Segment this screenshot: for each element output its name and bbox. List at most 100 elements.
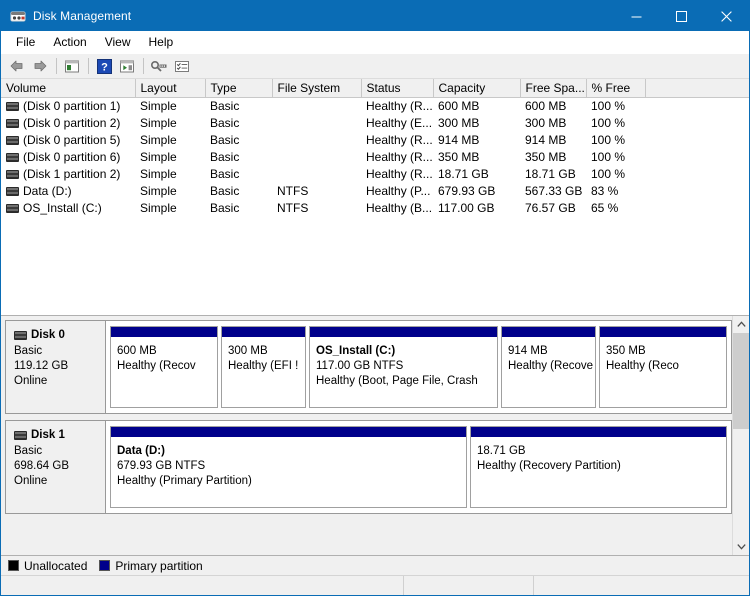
partition-color-bar [600,327,726,338]
menu-help[interactable]: Help [140,32,183,52]
column-header-layout[interactable]: Layout [135,79,206,98]
cell-layout: Simple [140,166,177,181]
legend-bar: Unallocated Primary partition [1,555,749,575]
drive-icon [14,331,27,340]
cell-free-space: 914 MB [525,132,567,147]
partition-size: 18.71 GB [477,445,526,457]
partition-status: Healthy (Recovery Partition) [477,460,621,472]
partition-block[interactable]: 600 MB Healthy (Recov [110,326,218,408]
cell-filler [645,182,749,199]
cell-file-system [272,114,361,131]
partition-block[interactable]: Data (D:) 679.93 GB NTFS Healthy (Primar… [110,426,467,508]
menu-action[interactable]: Action [44,32,95,52]
window-title: Disk Management [33,9,132,23]
partition-color-bar [471,427,726,438]
menu-view[interactable]: View [96,32,140,52]
table-row[interactable]: (Disk 1 partition 2) Simple Basic Health… [1,165,749,182]
column-header-status[interactable]: Status [361,79,434,98]
partition-size: 600 MB [117,345,157,357]
cell-filler [645,148,749,165]
cell-file-system [272,148,361,165]
cell-pct-free: 100 % [591,132,626,147]
back-icon[interactable] [6,56,28,77]
column-header-file-system[interactable]: File System [272,79,362,98]
table-row[interactable]: (Disk 0 partition 2) Simple Basic Health… [1,114,749,131]
partition-size: 117.00 GB NTFS [316,360,404,372]
table-row[interactable]: (Disk 0 partition 5) Simple Basic Health… [1,131,749,148]
disk-row-disk-1[interactable]: Disk 1 Basic 698.64 GB Online Data (D:) … [5,420,732,514]
show-action-pane-icon[interactable] [171,56,193,77]
scrollbar-thumb[interactable] [733,333,749,429]
table-row[interactable]: (Disk 0 partition 6) Simple Basic Health… [1,148,749,165]
cell-layout: Simple [140,200,177,215]
volume-list-pane[interactable]: Volume Layout Type File System Status Ca… [1,79,749,316]
partition-info: 914 MB Healthy (Recove [502,338,595,374]
disk-0-partitions: 600 MB Healthy (Recov 300 MB Healthy (EF… [106,321,731,413]
column-header-volume[interactable]: Volume [1,79,136,98]
properties-icon[interactable] [116,56,138,77]
cell-type: Basic [210,149,240,164]
column-header-capacity[interactable]: Capacity [433,79,521,98]
partition-block[interactable]: 18.71 GB Healthy (Recovery Partition) [470,426,727,508]
cell-status: Healthy (R... [366,166,433,181]
help-icon[interactable]: ? [93,56,115,77]
volume-table-body: (Disk 0 partition 1) Simple Basic Health… [1,97,749,216]
column-header-pct-free[interactable]: % Free [586,79,646,98]
cell-capacity: 914 MB [438,132,480,147]
drive-icon [6,118,19,128]
cell-layout: Simple [140,183,177,198]
minimize-button[interactable] [614,1,659,31]
menu-file[interactable]: File [7,32,44,52]
drive-icon [6,135,19,145]
partition-size: 300 MB [228,345,268,357]
cell-free-space: 76.57 GB [525,200,576,215]
partition-block[interactable]: 300 MB Healthy (EFI ! [221,326,306,408]
partition-status: Healthy (Recove [508,360,594,372]
cell-volume: (Disk 0 partition 2) [1,114,135,131]
cell-type: Basic [210,166,240,181]
column-header-free-space[interactable]: Free Spa... [520,79,587,98]
scrollbar-track[interactable] [733,333,749,538]
disk-management-icon [10,8,26,24]
table-row[interactable]: (Disk 0 partition 1) Simple Basic Health… [1,97,749,114]
disk-info-disk-1[interactable]: Disk 1 Basic 698.64 GB Online [6,421,106,513]
cell-capacity: 679.93 GB [438,183,496,198]
cell-layout: Simple [140,115,177,130]
partition-block[interactable]: 350 MB Healthy (Reco [599,326,727,408]
disk-row-disk-0[interactable]: Disk 0 Basic 119.12 GB Online 600 MB Hea… [5,320,732,414]
cell-free-space: 600 MB [525,98,567,113]
menu-bar: File Action View Help [1,31,749,54]
table-row[interactable]: OS_Install (C:) Simple Basic NTFS Health… [1,199,749,216]
rescan-disks-icon[interactable] [148,56,170,77]
show-hide-console-tree-icon[interactable] [61,56,83,77]
forward-icon[interactable] [29,56,51,77]
cell-file-system [272,131,361,148]
cell-volume: (Disk 1 partition 2) [1,165,135,182]
disk-state: Online [14,475,48,487]
cell-filler [645,114,749,131]
cell-free-space: 300 MB [525,115,567,130]
partition-info: OS_Install (C:) 117.00 GB NTFS Healthy (… [310,338,497,389]
partition-info: 350 MB Healthy (Reco [600,338,726,374]
toolbar-separator [88,58,89,74]
scroll-up-icon[interactable] [733,316,749,333]
cell-layout: Simple [140,149,177,164]
cell-status: Healthy (B... [366,200,433,215]
column-header-type[interactable]: Type [205,79,273,98]
scroll-down-icon[interactable] [733,538,749,555]
cell-status: Healthy (P... [366,183,431,198]
table-row[interactable]: Data (D:) Simple Basic NTFS Healthy (P..… [1,182,749,199]
cell-free-space: 350 MB [525,149,567,164]
volume-table: Volume Layout Type File System Status Ca… [1,79,749,216]
cell-status: Healthy (R... [366,149,433,164]
partition-block[interactable]: 914 MB Healthy (Recove [501,326,596,408]
graphical-pane-scrollbar[interactable] [732,316,749,555]
close-button[interactable] [704,1,749,31]
cell-capacity: 600 MB [438,98,480,113]
cell-status: Healthy (R... [366,98,433,113]
maximize-button[interactable] [659,1,704,31]
disk-info-disk-0[interactable]: Disk 0 Basic 119.12 GB Online [6,321,106,413]
partition-block[interactable]: OS_Install (C:) 117.00 GB NTFS Healthy (… [309,326,498,408]
drive-icon [6,186,19,196]
cell-capacity: 300 MB [438,115,480,130]
